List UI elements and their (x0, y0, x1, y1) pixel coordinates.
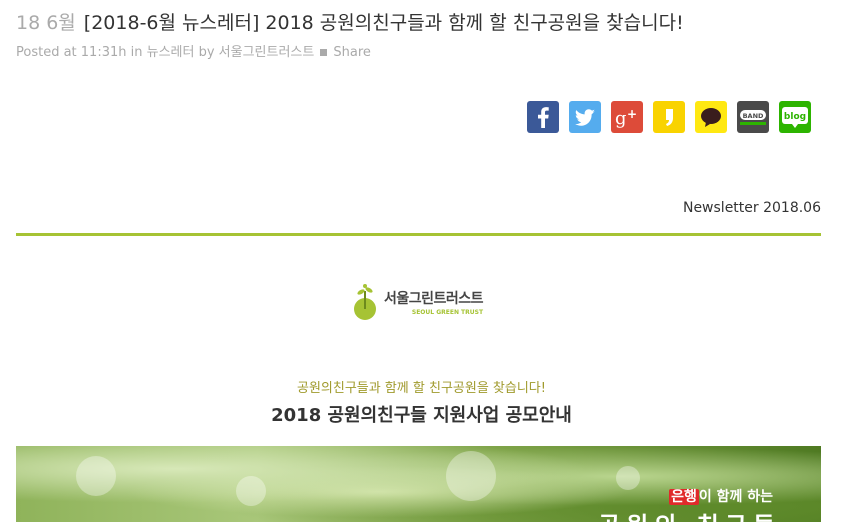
sprout-logo-icon (354, 284, 376, 320)
google-plus-share-button[interactable]: g + (611, 101, 643, 133)
hero-banner: 은행이 함께 하는 공원의 친구들 (16, 446, 821, 522)
twitter-icon (575, 109, 595, 126)
kakaotalk-icon (701, 108, 721, 127)
banner-caption-rest: 이 함께 하는 (698, 489, 773, 505)
banner-caption-highlight: 은행 (669, 489, 699, 505)
logo-korean: 서울그린트러스트 (384, 291, 484, 307)
bokeh-light (236, 476, 266, 506)
seoul-green-trust-logo: 서울그린트러스트 SEOUL GREEN TRUST (354, 283, 484, 321)
meta-posted: Posted at 11:31h in (16, 45, 147, 60)
share-buttons: g + BAND blog (527, 101, 811, 133)
post-date: 18 6월 (16, 12, 76, 34)
svg-text:+: + (627, 107, 637, 121)
twitter-share-button[interactable] (569, 101, 601, 133)
facebook-icon (538, 107, 549, 128)
share-link[interactable]: Share (333, 45, 371, 60)
category-link[interactable]: 뉴스레터 (147, 45, 195, 60)
facebook-share-button[interactable] (527, 101, 559, 133)
logo-english: SEOUL GREEN TRUST (411, 309, 484, 316)
naver-blog-icon: blog (782, 107, 808, 128)
kakaostory-share-button[interactable] (653, 101, 685, 133)
banner-big-title: 공원의 친구들 (598, 506, 781, 522)
bokeh-light (616, 466, 640, 490)
share-square-icon (320, 48, 328, 56)
svg-text:blog: blog (784, 112, 806, 122)
bokeh-light (76, 456, 116, 496)
newsletter-issue-label: Newsletter 2018.06 (682, 200, 821, 216)
post-header: 18 6월 [2018-6월 뉴스레터] 2018 공원의친구들과 함께 할 친구… (16, 8, 836, 60)
post-title[interactable]: [2018-6월 뉴스레터] 2018 공원의친구들과 함께 할 친구공원을 찾… (84, 12, 684, 34)
post-meta: Posted at 11:31h in 뉴스레터 by 서울그린트러스트 Shar… (16, 41, 836, 60)
blog-share-button[interactable]: blog (779, 101, 811, 133)
kakaotalk-share-button[interactable] (695, 101, 727, 133)
bokeh-light (446, 451, 496, 501)
newsletter-subtitle: 공원의친구들과 함께 할 친구공원을 찾습니다! (297, 381, 546, 396)
author-link[interactable]: 서울그린트러스트 (219, 45, 315, 60)
newsletter-heading: 2018 공원의친구들 지원사업 공모안내 (271, 405, 572, 426)
svg-text:BAND: BAND (743, 112, 764, 120)
band-share-button[interactable]: BAND (737, 101, 769, 133)
band-icon: BAND (740, 110, 766, 125)
meta-by: by (194, 45, 219, 60)
green-divider (16, 233, 821, 236)
kakaostory-icon (666, 109, 673, 126)
banner-caption: 은행 이 함께 하는 (669, 486, 773, 506)
svg-text:g: g (615, 108, 627, 129)
google-plus-icon: g + (615, 107, 637, 129)
logo-wordmark: 서울그린트러스트 SEOUL GREEN TRUST (384, 288, 484, 316)
post-title-line: 18 6월 [2018-6월 뉴스레터] 2018 공원의친구들과 함께 할 친구… (16, 8, 836, 38)
